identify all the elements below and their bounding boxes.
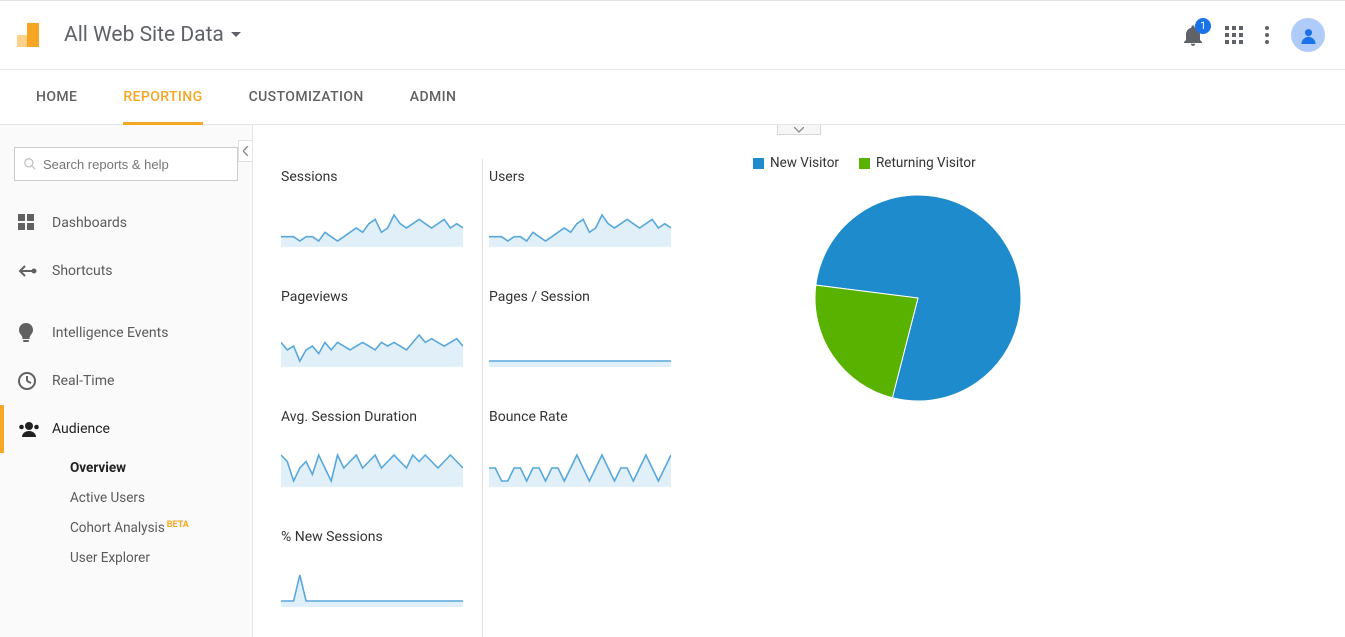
sparkline-bounce-rate (489, 447, 671, 487)
main-content: Sessions Users Pageviews Pages / Session… (253, 125, 1345, 637)
subnav-user-explorer[interactable]: User Explorer (70, 543, 252, 573)
top-icons: 1 (1183, 18, 1335, 52)
search-icon (23, 157, 37, 171)
metric-label: % New Sessions (281, 529, 476, 545)
sidebar-label: Intelligence Events (52, 325, 168, 341)
sparkline-avg-session-duration (281, 447, 463, 487)
property-selector[interactable]: All Web Site Data (64, 23, 241, 47)
ga-logo-icon (14, 21, 42, 49)
metric-sessions[interactable]: Sessions (275, 159, 483, 279)
bulb-icon (18, 323, 52, 343)
metric-sparkline-grid: Sessions Users Pageviews Pages / Session… (253, 125, 713, 637)
metric-label: Bounce Rate (489, 409, 685, 425)
sidebar-item-realtime[interactable]: Real-Time (0, 357, 252, 405)
shortcuts-icon (18, 265, 52, 277)
sparkline-sessions (281, 207, 463, 247)
tab-reporting[interactable]: REPORTING (123, 70, 202, 125)
metric-bounce-rate[interactable]: Bounce Rate (483, 399, 691, 519)
tab-customization[interactable]: CUSTOMIZATION (249, 70, 364, 125)
tab-admin[interactable]: ADMIN (410, 70, 457, 125)
sidebar-label: Real-Time (52, 373, 114, 389)
search-input[interactable] (43, 157, 229, 172)
legend-swatch-returning (859, 158, 870, 169)
clock-icon (18, 372, 52, 390)
legend-label: New Visitor (770, 155, 839, 171)
caret-down-icon (231, 32, 241, 38)
metric-pct-new-sessions[interactable]: % New Sessions (275, 519, 483, 637)
sidebar-item-intelligence[interactable]: Intelligence Events (0, 309, 252, 357)
sidebar-collapse-handle[interactable] (238, 140, 252, 162)
search-reports-box[interactable] (14, 147, 238, 181)
user-icon (1300, 27, 1317, 44)
sidebar-item-dashboards[interactable]: Dashboards (0, 199, 252, 247)
chevron-down-icon (794, 127, 804, 133)
sidebar-label: Audience (52, 421, 110, 437)
main-nav-tabs: HOME REPORTING CUSTOMIZATION ADMIN (0, 70, 1345, 125)
dashboard-icon (18, 214, 52, 232)
apps-launcher-button[interactable] (1225, 26, 1243, 44)
sparkline-pageviews (281, 327, 463, 367)
metric-users[interactable]: Users (483, 159, 691, 279)
sidebar-label: Dashboards (52, 215, 127, 231)
top-bar: All Web Site Data 1 (0, 0, 1345, 70)
beta-tag: BETA (167, 520, 189, 530)
metric-pageviews[interactable]: Pageviews (275, 279, 483, 399)
notifications-button[interactable]: 1 (1183, 24, 1203, 46)
sidebar: Dashboards Shortcuts Intelligence Events (0, 125, 253, 637)
visitor-pie-panel: New Visitor Returning Visitor (713, 125, 1083, 637)
property-title-text: All Web Site Data (64, 23, 224, 47)
metric-label: Avg. Session Duration (281, 409, 476, 425)
more-options-button[interactable] (1265, 26, 1269, 44)
subnav-active-users[interactable]: Active Users (70, 483, 252, 513)
metric-label: Pageviews (281, 289, 476, 305)
chevron-left-icon (243, 146, 249, 156)
tab-home[interactable]: HOME (36, 70, 77, 125)
subnav-cohort[interactable]: Cohort AnalysisBETA (70, 513, 252, 543)
legend-swatch-new (753, 158, 764, 169)
panel-expand-handle[interactable] (777, 125, 821, 135)
metric-label: Users (489, 169, 685, 185)
legend-label: Returning Visitor (876, 155, 976, 171)
metric-label: Sessions (281, 169, 476, 185)
metric-avg-session-duration[interactable]: Avg. Session Duration (275, 399, 483, 519)
sidebar-item-audience[interactable]: Audience (0, 405, 252, 453)
metric-label: Pages / Session (489, 289, 685, 305)
content-body: Dashboards Shortcuts Intelligence Events (0, 125, 1345, 637)
subnav-cohort-label: Cohort Analysis (70, 520, 165, 536)
legend-returning-visitor: Returning Visitor (859, 155, 976, 171)
legend-new-visitor: New Visitor (753, 155, 839, 171)
sidebar-item-shortcuts[interactable]: Shortcuts (0, 247, 252, 295)
audience-subnav: Overview Active Users Cohort AnalysisBET… (0, 453, 252, 573)
notification-badge: 1 (1195, 18, 1211, 34)
sparkline-pages-per-session (489, 327, 671, 367)
sidebar-label: Shortcuts (52, 263, 113, 279)
audience-icon (18, 421, 52, 437)
account-avatar[interactable] (1291, 18, 1325, 52)
visitor-pie-chart (813, 193, 1023, 403)
sparkline-users (489, 207, 671, 247)
subnav-overview[interactable]: Overview (70, 453, 252, 483)
pie-legend: New Visitor Returning Visitor (753, 155, 1083, 171)
sparkline-pct-new-sessions (281, 567, 463, 607)
metric-pages-per-session[interactable]: Pages / Session (483, 279, 691, 399)
